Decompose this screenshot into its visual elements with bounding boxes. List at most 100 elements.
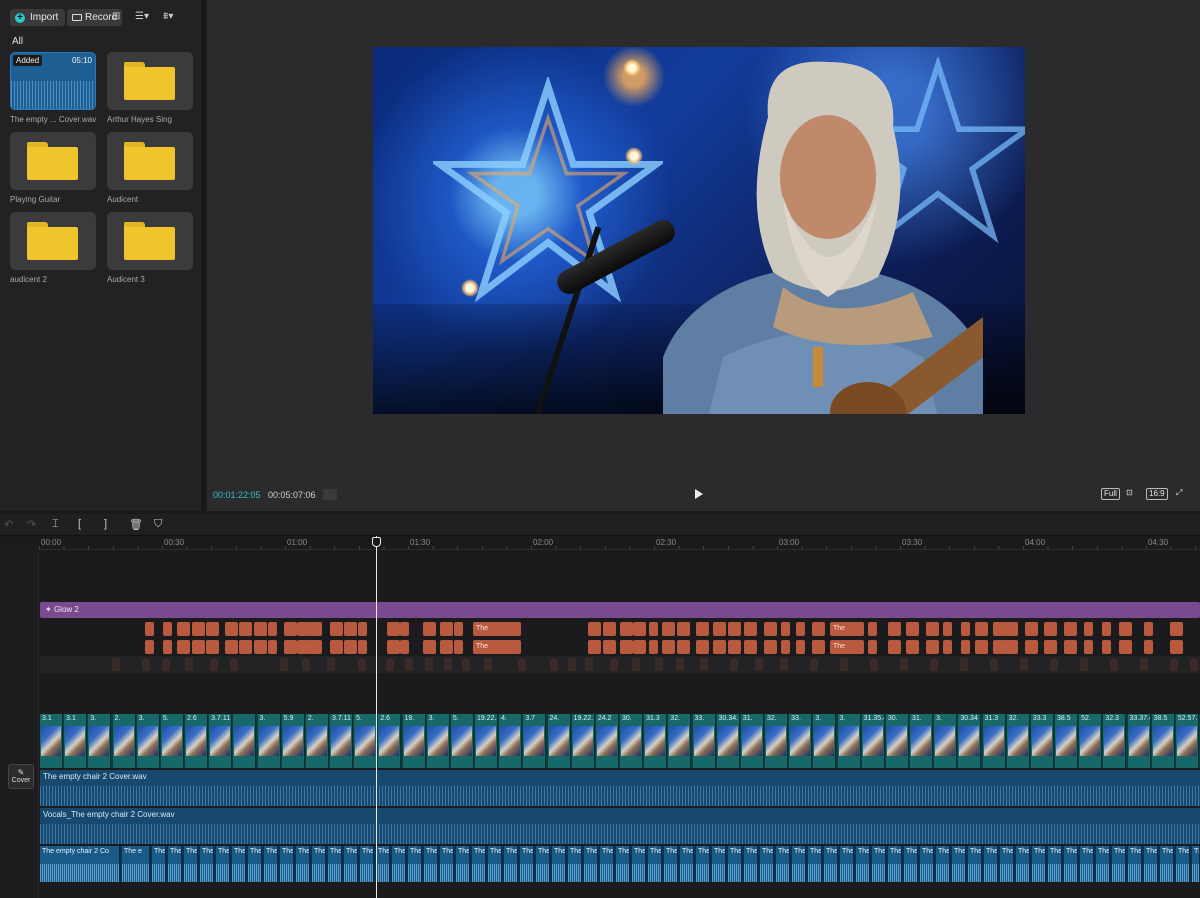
video-clip[interactable]: 30. [620, 714, 644, 768]
sticker-clip[interactable] [1084, 622, 1093, 636]
audio-clip[interactable]: The e [1064, 846, 1078, 882]
sticker-clip[interactable] [423, 640, 436, 654]
sticker-clip[interactable] [206, 622, 219, 636]
sticker-clip[interactable] [1102, 640, 1111, 654]
sticker-clip[interactable] [906, 640, 919, 654]
audio-clip[interactable]: The e [552, 846, 566, 882]
audio-clip[interactable]: The e [152, 846, 166, 882]
sticker-clip[interactable] [344, 640, 357, 654]
sticker-clip[interactable] [1144, 640, 1153, 654]
sticker-clip[interactable] [145, 622, 154, 636]
audio-clip[interactable]: The e [1128, 846, 1142, 882]
video-clip[interactable]: 31.35.4 [861, 714, 885, 768]
audio-clip[interactable]: The e [904, 846, 918, 882]
audio-clip[interactable]: The e [664, 846, 678, 882]
sticker-clip[interactable] [662, 640, 675, 654]
audio-clip[interactable]: The e [536, 846, 550, 882]
sticker-clip[interactable] [254, 640, 267, 654]
sticker-clip[interactable] [662, 622, 675, 636]
sticker-clip[interactable] [620, 640, 633, 654]
sticker-clip[interactable] [344, 622, 357, 636]
video-clip[interactable]: 30.34 [958, 714, 982, 768]
video-clip[interactable]: 33. [789, 714, 813, 768]
video-clip[interactable]: 3. [257, 714, 281, 768]
sticker-clip[interactable] [649, 622, 658, 636]
sticker-clip[interactable] [309, 640, 322, 654]
time-ruler[interactable]: 00:00 00:30 01:00 01:30 02:00 02:30 03:00 03:30… [39, 536, 1200, 550]
audio-clip[interactable]: The e [680, 846, 694, 882]
sticker-clip[interactable] [358, 622, 367, 636]
audio-clip[interactable]: The e [1192, 846, 1200, 882]
video-clip[interactable]: 31.3 [982, 714, 1006, 768]
sticker-clip[interactable] [603, 622, 616, 636]
sticker-clip[interactable] [387, 640, 400, 654]
sticker-clip[interactable] [781, 622, 790, 636]
video-clip[interactable]: 30. [885, 714, 909, 768]
video-clip[interactable]: 5. [160, 714, 184, 768]
media-item-folder[interactable]: Audicent 3 [107, 212, 193, 284]
audio-clip[interactable]: The e [616, 846, 630, 882]
sticker-clip[interactable] [906, 622, 919, 636]
audio-clip[interactable]: The e [264, 846, 278, 882]
sticker-clip[interactable] [812, 640, 825, 654]
media-item-folder[interactable]: Audicent [107, 132, 193, 204]
sticker-clip[interactable] [177, 640, 190, 654]
sticker-clip[interactable] [677, 622, 690, 636]
audio-clip[interactable]: The e [1096, 846, 1110, 882]
video-clip[interactable]: 31. [910, 714, 934, 768]
timecode-toggle[interactable] [323, 489, 337, 500]
audio-clip[interactable]: The e [568, 846, 582, 882]
video-clip[interactable]: 5.9 [281, 714, 305, 768]
sticker-clip[interactable] [847, 622, 856, 636]
sticker-clip[interactable] [868, 622, 877, 636]
redo-icon[interactable]: ↷ [27, 518, 36, 531]
sticker-clip[interactable] [440, 622, 453, 636]
video-clip[interactable]: 3.1 [40, 714, 64, 768]
video-clip[interactable]: 5. [450, 714, 474, 768]
video-clip[interactable]: 24. [547, 714, 571, 768]
sticker-clip[interactable] [1044, 622, 1057, 636]
sticker-clip[interactable] [145, 640, 154, 654]
sticker-clip[interactable] [1044, 640, 1057, 654]
audio-clip[interactable]: The e [184, 846, 198, 882]
sticker-clip[interactable] [1170, 622, 1183, 636]
audio-clip[interactable]: The e [600, 846, 614, 882]
audio-clip[interactable]: The e [856, 846, 870, 882]
video-clip[interactable]: 2.6 [378, 714, 402, 768]
video-clip[interactable] [233, 714, 257, 768]
sticker-clip[interactable] [1102, 622, 1111, 636]
sticker-clip[interactable]: The [473, 622, 521, 636]
audio-clip[interactable]: The e [712, 846, 726, 882]
split-icon[interactable]: ⌶ [52, 518, 59, 531]
audio-clip[interactable]: The e [360, 846, 374, 882]
sticker-clip[interactable] [440, 640, 453, 654]
aspect-ratio-button[interactable]: 16:9 [1146, 488, 1168, 500]
sticker-clip[interactable] [812, 622, 825, 636]
sticker-clip[interactable] [1064, 640, 1077, 654]
cover-button[interactable]: ✎ Cover [8, 764, 34, 789]
audio-clip[interactable]: The e [792, 846, 806, 882]
sticker-clip[interactable] [1119, 622, 1132, 636]
audio-clip[interactable]: The e [248, 846, 262, 882]
audio-clip[interactable]: The e [1176, 846, 1190, 882]
video-clip[interactable]: 3.7.11. [209, 714, 233, 768]
sticker-clip[interactable] [400, 640, 409, 654]
audio-clip[interactable]: The e [408, 846, 422, 882]
sticker-clip[interactable] [330, 622, 343, 636]
video-clip[interactable]: 3.7.11 [330, 714, 354, 768]
trim-right-icon[interactable]: ] [104, 518, 107, 530]
sticker-clip[interactable] [764, 640, 777, 654]
audio-clip[interactable]: The e [424, 846, 438, 882]
video-clip[interactable]: 3.7 [523, 714, 547, 768]
audio-clip[interactable]: The e [472, 846, 486, 882]
sticker-clip[interactable] [961, 640, 970, 654]
media-item-folder[interactable]: audicent 2 [10, 212, 96, 284]
audio-clip[interactable]: The e [376, 846, 390, 882]
audio-clip[interactable]: The e [520, 846, 534, 882]
sticker-clip[interactable] [713, 622, 726, 636]
playhead-handle[interactable] [372, 537, 381, 547]
audio-track-main[interactable]: The empty chair 2 Cover.wav [40, 770, 1200, 806]
video-clip[interactable]: 31. [740, 714, 764, 768]
sticker-clip[interactable] [588, 640, 601, 654]
video-clip[interactable]: 38.5 [1055, 714, 1079, 768]
